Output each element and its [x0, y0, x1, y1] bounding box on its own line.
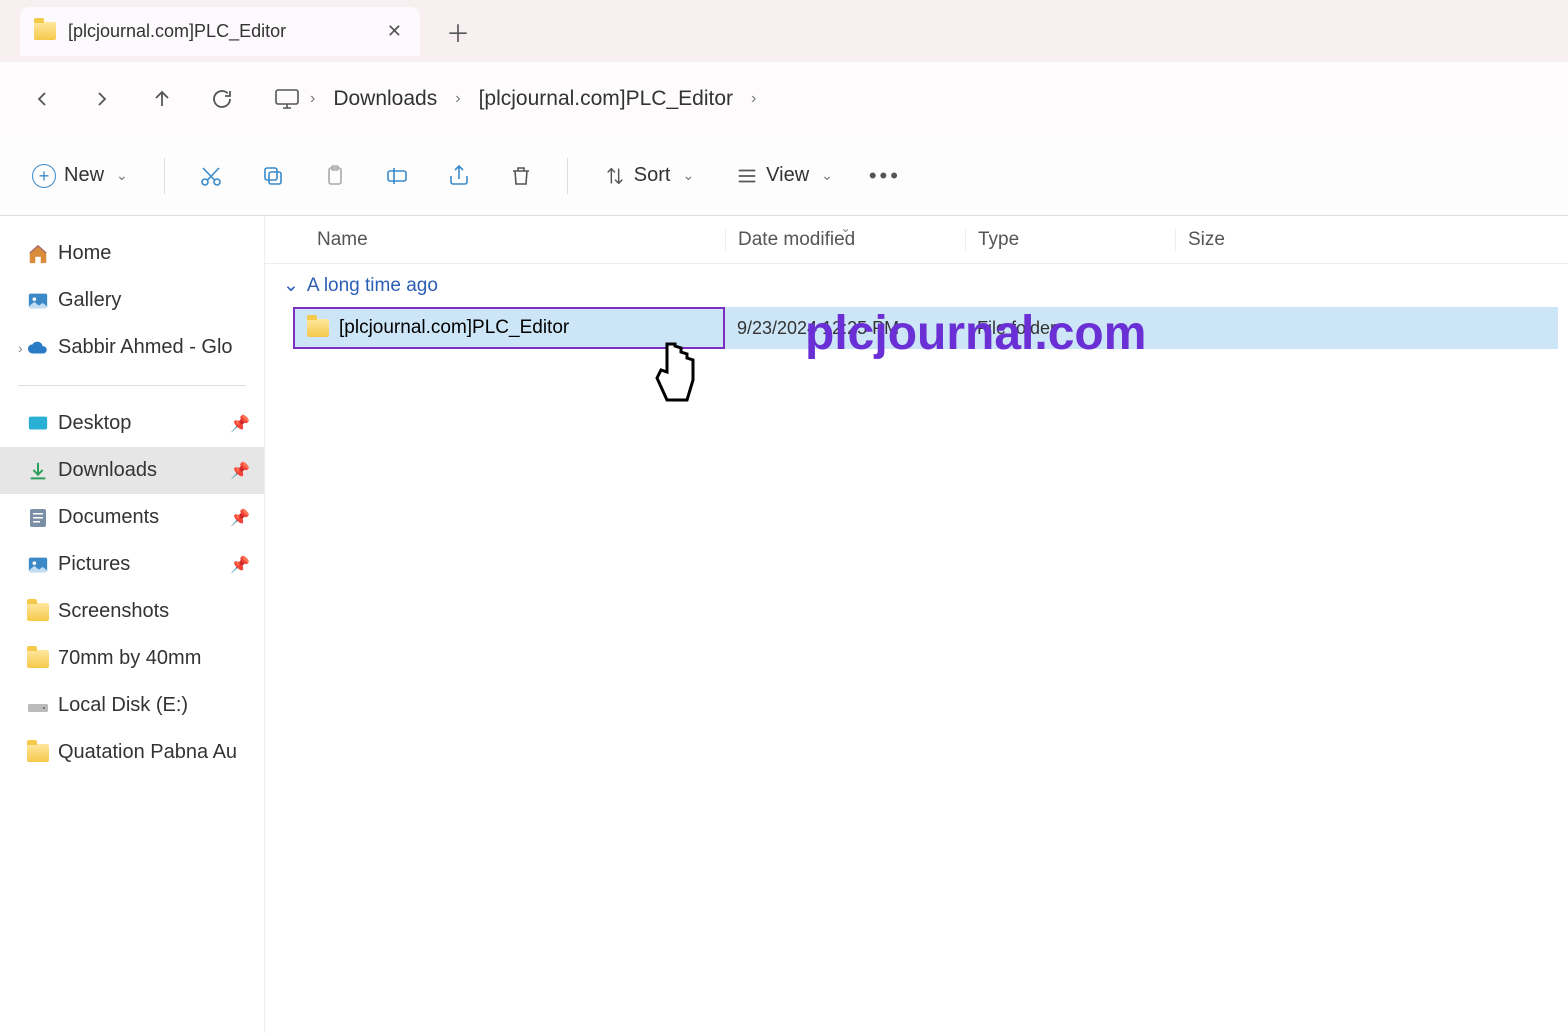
toolbar: + New ⌄ Sort ⌄ View ⌄ •••	[0, 136, 1568, 216]
main: Home Gallery › Sabbir Ahmed - Glo Deskto…	[0, 216, 1568, 1033]
sidebar-item-home[interactable]: Home	[0, 230, 264, 277]
folder-icon	[34, 22, 56, 40]
copy-button[interactable]	[251, 154, 295, 198]
sidebar-label: Desktop	[58, 412, 131, 435]
new-tab-button[interactable]: ＋	[440, 8, 476, 55]
column-date-label: Date modified	[738, 229, 855, 250]
share-button[interactable]	[437, 154, 481, 198]
sidebar-item-70mm[interactable]: 70mm by 40mm	[0, 635, 264, 682]
sidebar-item-gallery[interactable]: Gallery	[0, 277, 264, 324]
view-icon	[736, 165, 758, 187]
folder-icon	[26, 650, 50, 668]
delete-button[interactable]	[499, 154, 543, 198]
sidebar-item-onedrive[interactable]: › Sabbir Ahmed - Glo	[0, 324, 264, 371]
chevron-right-icon[interactable]: ›	[18, 340, 23, 356]
cloud-icon	[26, 340, 50, 356]
group-label: A long time ago	[307, 275, 438, 297]
chevron-down-icon: ⌄	[821, 167, 833, 184]
file-date: 9/23/2024 12:25 PM	[725, 318, 965, 339]
sidebar-label: Home	[58, 242, 111, 265]
plus-icon: +	[32, 164, 56, 188]
pin-icon[interactable]: 📌	[230, 461, 250, 481]
refresh-button[interactable]	[200, 77, 244, 121]
column-headers: Name ⌄ Date modified Type Size	[265, 216, 1568, 264]
chevron-down-icon: ⌄	[283, 274, 299, 297]
content-area: Name ⌄ Date modified Type Size ⌄ A long …	[265, 216, 1568, 1033]
desktop-icon	[26, 414, 50, 434]
sidebar-item-downloads[interactable]: Downloads 📌	[0, 447, 264, 494]
new-button[interactable]: + New ⌄	[20, 156, 140, 196]
sidebar-label: Local Disk (E:)	[58, 694, 188, 717]
separator	[164, 158, 165, 194]
sidebar: Home Gallery › Sabbir Ahmed - Glo Deskto…	[0, 216, 265, 1033]
pin-icon[interactable]: 📌	[230, 555, 250, 575]
back-button[interactable]	[20, 77, 64, 121]
column-name[interactable]: Name	[265, 229, 725, 251]
sidebar-item-desktop[interactable]: Desktop 📌	[0, 400, 264, 447]
sidebar-label: Sabbir Ahmed - Glo	[58, 336, 233, 359]
breadcrumb-current[interactable]: [plcjournal.com]PLC_Editor	[471, 83, 741, 115]
sidebar-label: Screenshots	[58, 600, 169, 623]
file-name-cell: [plcjournal.com]PLC_Editor	[293, 307, 725, 349]
drive-icon	[26, 698, 50, 714]
sidebar-item-pictures[interactable]: Pictures 📌	[0, 541, 264, 588]
tab-title: [plcjournal.com]PLC_Editor	[68, 21, 371, 42]
chevron-down-icon: ⌄	[682, 167, 694, 184]
tab-active[interactable]: [plcjournal.com]PLC_Editor ✕	[20, 7, 420, 56]
file-type: File folder	[965, 318, 1175, 339]
chevron-right-icon[interactable]: ›	[751, 90, 756, 108]
monitor-icon	[274, 88, 300, 110]
sort-indicator-icon: ⌄	[840, 221, 850, 235]
sidebar-item-localdisk[interactable]: Local Disk (E:)	[0, 682, 264, 729]
sidebar-label: Quatation Pabna Au	[58, 741, 237, 764]
sort-label: Sort	[634, 164, 671, 187]
sidebar-label: Documents	[58, 506, 159, 529]
column-type[interactable]: Type	[965, 229, 1175, 251]
up-button[interactable]	[140, 77, 184, 121]
view-button[interactable]: View ⌄	[724, 156, 845, 195]
chevron-down-icon: ⌄	[116, 167, 128, 184]
paste-button[interactable]	[313, 154, 357, 198]
chevron-right-icon[interactable]: ›	[310, 90, 315, 108]
column-date[interactable]: ⌄ Date modified	[725, 229, 965, 251]
sidebar-item-documents[interactable]: Documents 📌	[0, 494, 264, 541]
download-icon	[26, 460, 50, 482]
sidebar-label: Gallery	[58, 289, 121, 312]
chevron-right-icon[interactable]: ›	[455, 90, 460, 108]
file-name: [plcjournal.com]PLC_Editor	[339, 317, 569, 339]
forward-button[interactable]	[80, 77, 124, 121]
pin-icon[interactable]: 📌	[230, 508, 250, 528]
more-button[interactable]: •••	[863, 154, 907, 198]
separator	[567, 158, 568, 194]
sidebar-label: 70mm by 40mm	[58, 647, 201, 670]
sidebar-label: Downloads	[58, 459, 157, 482]
sort-button[interactable]: Sort ⌄	[592, 156, 706, 195]
address-bar[interactable]: › Downloads › [plcjournal.com]PLC_Editor…	[260, 75, 1548, 123]
close-icon[interactable]: ✕	[383, 17, 406, 46]
cut-button[interactable]	[189, 154, 233, 198]
pin-icon[interactable]: 📌	[230, 414, 250, 434]
folder-icon	[26, 744, 50, 762]
tab-bar: [plcjournal.com]PLC_Editor ✕ ＋	[0, 0, 1568, 62]
home-icon	[26, 243, 50, 265]
new-label: New	[64, 164, 104, 187]
sidebar-item-quatation[interactable]: Quatation Pabna Au	[0, 729, 264, 776]
separator	[18, 385, 246, 386]
pictures-icon	[26, 554, 50, 576]
sidebar-label: Pictures	[58, 553, 130, 576]
documents-icon	[26, 507, 50, 529]
folder-icon	[307, 319, 329, 337]
sort-icon	[604, 165, 626, 187]
column-size[interactable]: Size	[1175, 229, 1568, 251]
view-label: View	[766, 164, 809, 187]
group-header[interactable]: ⌄ A long time ago	[265, 264, 1568, 307]
rename-button[interactable]	[375, 154, 419, 198]
breadcrumb-downloads[interactable]: Downloads	[325, 83, 445, 115]
file-row[interactable]: [plcjournal.com]PLC_Editor 9/23/2024 12:…	[293, 307, 1558, 349]
gallery-icon	[26, 290, 50, 312]
folder-icon	[26, 603, 50, 621]
nav-bar: › Downloads › [plcjournal.com]PLC_Editor…	[0, 62, 1568, 136]
sidebar-item-screenshots[interactable]: Screenshots	[0, 588, 264, 635]
